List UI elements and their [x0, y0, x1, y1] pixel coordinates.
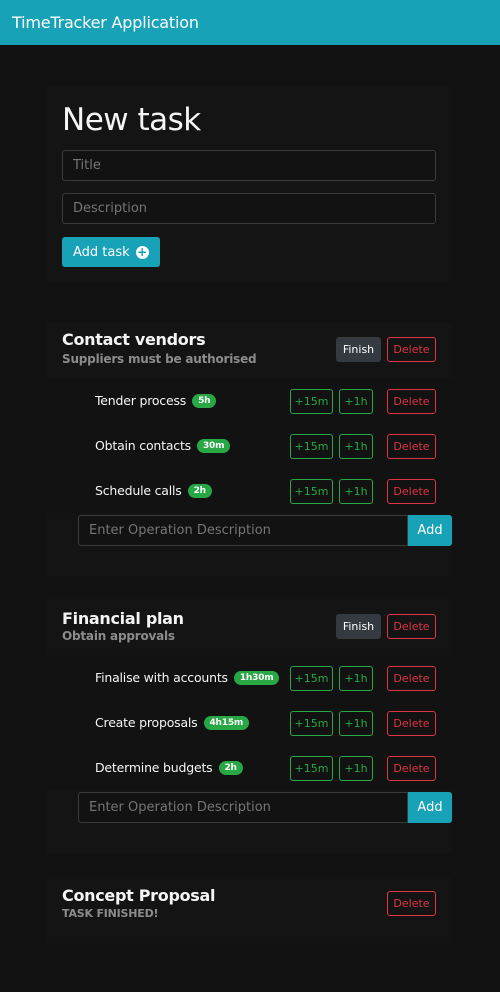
operation-description-input[interactable]: [78, 515, 408, 546]
time-badge: 5h: [192, 393, 217, 408]
task-card: Financial plan Obtain approvals Finish D…: [46, 599, 452, 854]
plus-circle-icon: +: [135, 244, 149, 259]
add-15m-button[interactable]: +15m: [290, 666, 333, 691]
finish-task-button[interactable]: Finish: [336, 614, 381, 639]
operation-row: Create proposals 4h15m +15m +1h Delete: [46, 700, 452, 745]
task-description: Obtain approvals: [62, 629, 175, 643]
finish-task-button[interactable]: Finish: [336, 337, 381, 362]
task-card: Concept Proposal TASK FINISHED! Delete: [46, 877, 452, 943]
task-title: Financial plan: [62, 609, 184, 628]
time-badge: 4h15m: [203, 715, 250, 730]
operation-row: Determine budgets 2h +15m +1h Delete: [46, 745, 452, 790]
navbar: TimeTracker Application: [0, 0, 500, 45]
delete-task-button[interactable]: Delete: [387, 614, 436, 639]
delete-operation-button[interactable]: Delete: [387, 711, 436, 736]
delete-task-button[interactable]: Delete: [387, 337, 436, 362]
task-status: TASK FINISHED!: [62, 907, 159, 920]
delete-operation-button[interactable]: Delete: [387, 434, 436, 459]
add-1h-button[interactable]: +1h: [339, 756, 373, 781]
delete-operation-button[interactable]: Delete: [387, 479, 436, 504]
operation-row: Obtain contacts 30m +15m +1h Delete: [46, 423, 452, 468]
add-15m-button[interactable]: +15m: [290, 756, 333, 781]
add-operation-row: Add: [78, 792, 452, 823]
add-operation-button[interactable]: Add: [408, 792, 452, 823]
operations-list: Tender process 5h +15m +1h Delete Obtain …: [46, 378, 452, 513]
new-task-card: New task Add task +: [46, 86, 452, 282]
task-description-input[interactable]: [62, 193, 436, 224]
delete-operation-button[interactable]: Delete: [387, 389, 436, 414]
add-task-button[interactable]: Add task +: [62, 237, 160, 267]
operation-name: Obtain contacts 30m: [95, 438, 231, 453]
operation-row: Finalise with accounts 1h30m +15m +1h Del…: [46, 655, 452, 700]
delete-operation-button[interactable]: Delete: [387, 756, 436, 781]
delete-task-button[interactable]: Delete: [387, 891, 436, 916]
task-title-input[interactable]: [62, 150, 436, 181]
time-badge: 2h: [218, 760, 243, 775]
operation-name: Create proposals 4h15m: [95, 715, 250, 730]
add-1h-button[interactable]: +1h: [339, 389, 373, 414]
add-15m-button[interactable]: +15m: [290, 434, 333, 459]
task-header: Contact vendors Suppliers must be author…: [46, 322, 452, 378]
operations-list: Finalise with accounts 1h30m +15m +1h Del…: [46, 655, 452, 790]
time-badge: 30m: [197, 438, 231, 453]
operation-name: Tender process 5h: [95, 393, 217, 408]
new-task-heading: New task: [62, 102, 201, 138]
task-title: Contact vendors: [62, 330, 206, 349]
add-15m-button[interactable]: +15m: [290, 479, 333, 504]
task-header: Concept Proposal TASK FINISHED! Delete: [46, 877, 452, 943]
time-badge: 2h: [187, 483, 212, 498]
add-task-label: Add task: [73, 244, 130, 260]
add-operation-button[interactable]: Add: [408, 515, 452, 546]
operation-name: Determine budgets 2h: [95, 760, 243, 775]
task-card: Contact vendors Suppliers must be author…: [46, 322, 452, 576]
operation-row: Schedule calls 2h +15m +1h Delete: [46, 468, 452, 513]
operation-description-input[interactable]: [78, 792, 408, 823]
task-header: Financial plan Obtain approvals Finish D…: [46, 599, 452, 655]
app-title[interactable]: TimeTracker Application: [12, 13, 199, 32]
time-badge: 1h30m: [233, 670, 280, 685]
add-1h-button[interactable]: +1h: [339, 434, 373, 459]
task-title: Concept Proposal: [62, 886, 216, 905]
operation-name: Schedule calls 2h: [95, 483, 212, 498]
add-1h-button[interactable]: +1h: [339, 711, 373, 736]
add-operation-row: Add: [78, 515, 452, 546]
add-15m-button[interactable]: +15m: [290, 389, 333, 414]
add-1h-button[interactable]: +1h: [339, 666, 373, 691]
add-15m-button[interactable]: +15m: [290, 711, 333, 736]
task-description: Suppliers must be authorised: [62, 352, 257, 366]
delete-operation-button[interactable]: Delete: [387, 666, 436, 691]
add-1h-button[interactable]: +1h: [339, 479, 373, 504]
operation-row: Tender process 5h +15m +1h Delete: [46, 378, 452, 423]
operation-name: Finalise with accounts 1h30m: [95, 670, 280, 685]
